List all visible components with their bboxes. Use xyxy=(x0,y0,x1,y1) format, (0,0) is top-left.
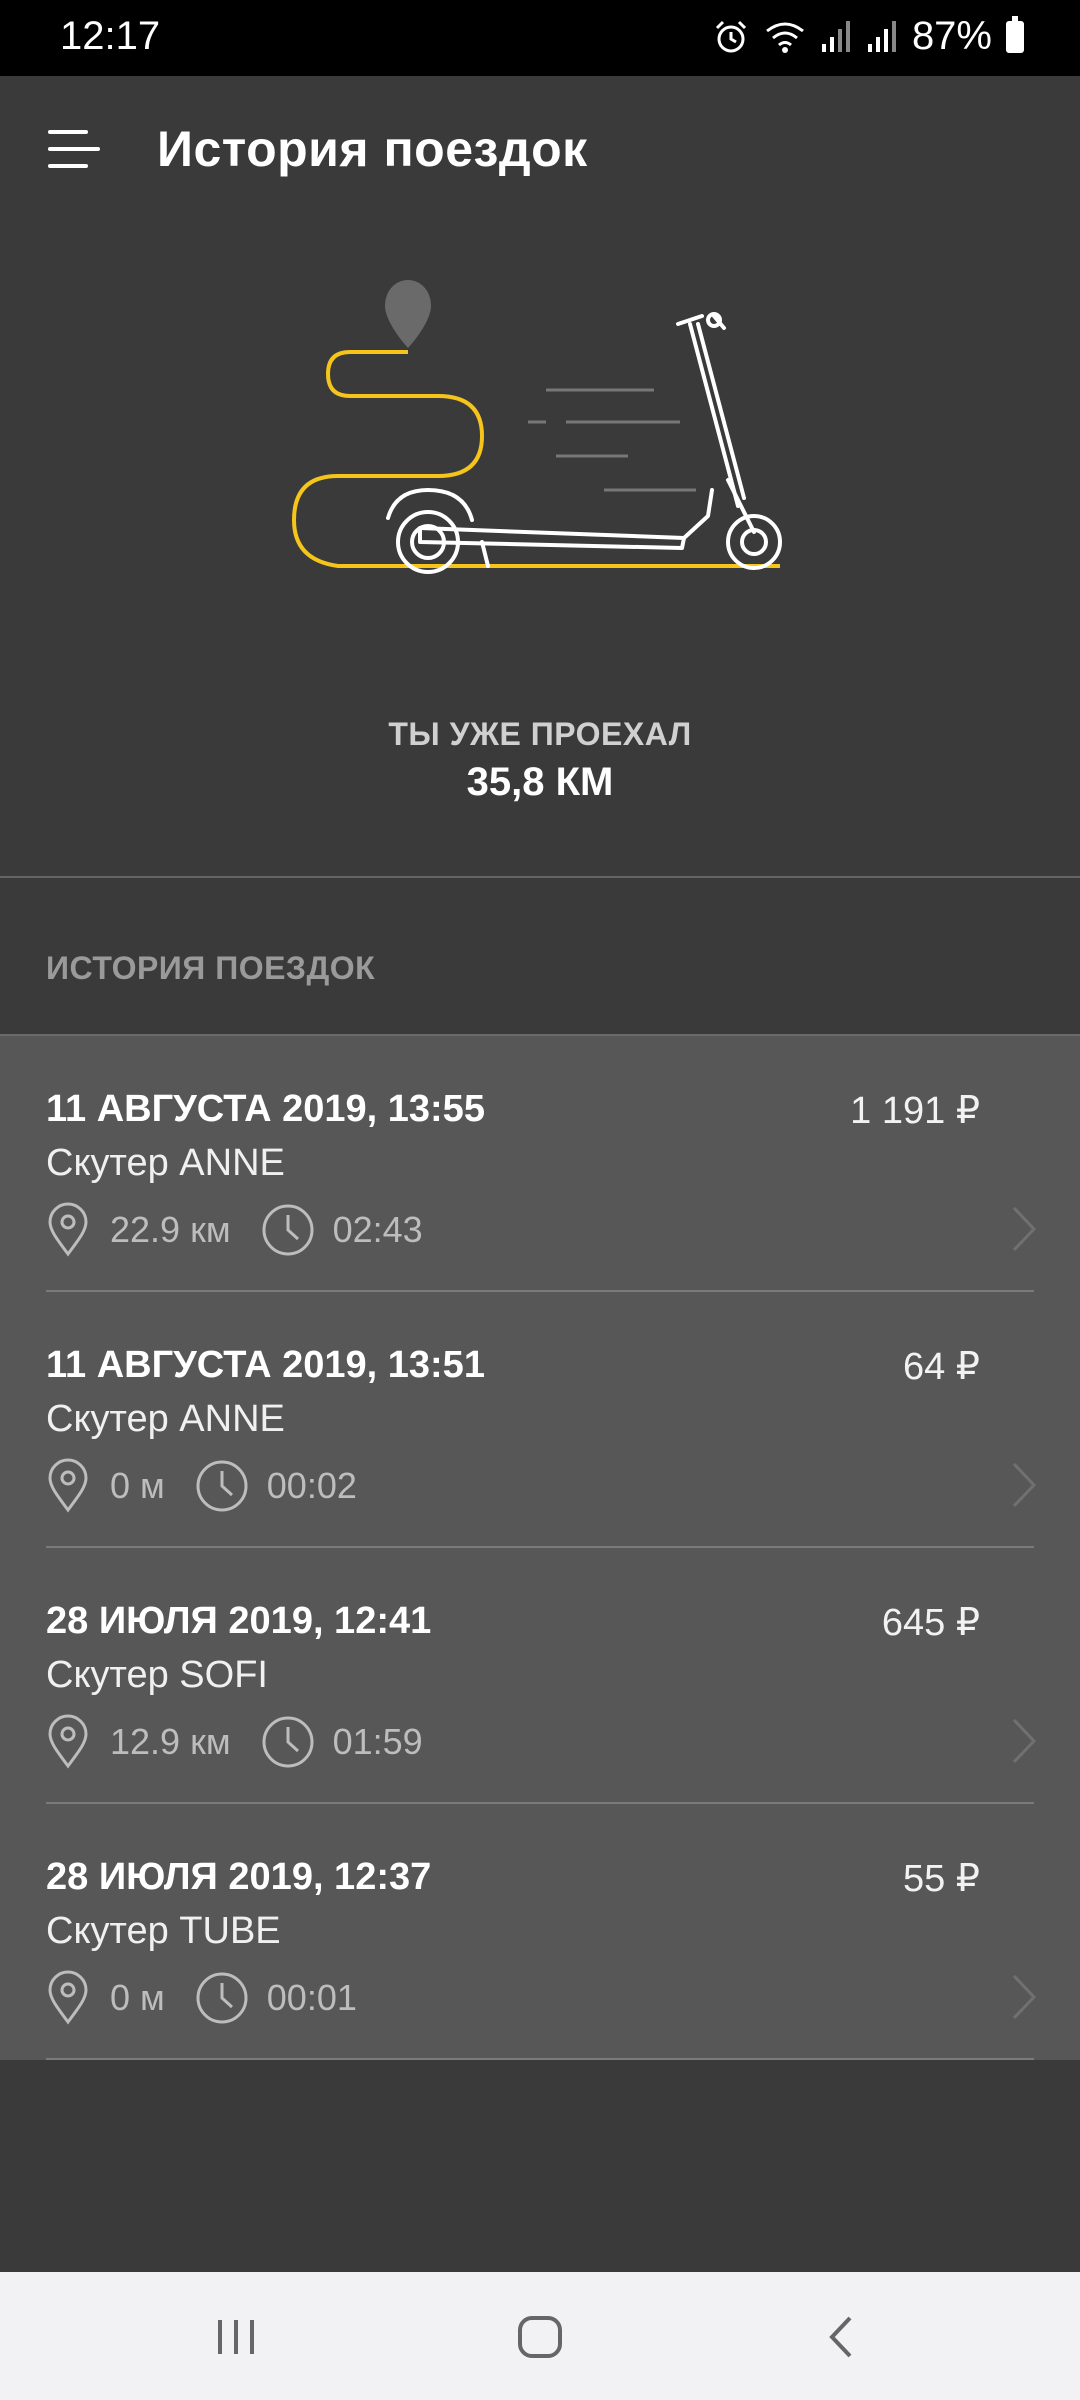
clock-icon xyxy=(196,1460,248,1512)
app-bar: История поездок xyxy=(0,76,1080,226)
menu-icon[interactable] xyxy=(48,130,100,170)
ride-price: 55 ₽ xyxy=(902,1858,980,1900)
location-pin-icon xyxy=(48,1714,88,1769)
ride-duration: 02:43 xyxy=(332,1209,423,1250)
ride-meta: 12.9 км 01:59 xyxy=(46,1712,423,1772)
ride-item[interactable]: 11 АВГУСТА 2019, 13:55 1 191 ₽ Скутер AN… xyxy=(0,1036,1080,1292)
total-distance-value: 35,8 КМ xyxy=(466,760,614,804)
ride-distance: 12.9 км xyxy=(110,1721,231,1762)
divider xyxy=(0,876,1080,878)
ride-duration: 00:02 xyxy=(266,1465,357,1506)
status-bar: 12:17 87% xyxy=(0,0,1080,76)
ride-meta: 0 м 00:02 xyxy=(46,1456,357,1516)
signal-icon xyxy=(821,20,850,52)
ride-scooter-name: Скутер TUBE xyxy=(46,1910,281,1952)
ride-date: 28 ИЮЛЯ 2019, 12:37 xyxy=(46,1856,432,1898)
clock-icon xyxy=(196,1972,248,2024)
ride-scooter-name: Скутер ANNE xyxy=(46,1398,285,1440)
location-pin-icon xyxy=(48,1202,88,1257)
ride-list: 11 АВГУСТА 2019, 13:55 1 191 ₽ Скутер AN… xyxy=(0,1034,1080,2060)
battery-percent: 87% xyxy=(911,14,992,58)
ride-distance: 0 м xyxy=(110,1465,165,1506)
ride-price: 645 ₽ xyxy=(881,1602,980,1644)
scooter-route-illustration xyxy=(291,280,782,574)
signal-icon xyxy=(867,20,896,52)
clock-icon xyxy=(262,1204,314,1256)
chevron-right-icon xyxy=(1012,1462,1037,1508)
ride-distance: 22.9 км xyxy=(110,1209,231,1250)
ride-item[interactable]: 11 АВГУСТА 2019, 13:51 64 ₽ Скутер ANNE … xyxy=(0,1292,1080,1548)
total-distance-label: ТЫ УЖЕ ПРОЕХАЛ xyxy=(388,716,692,752)
clock-icon xyxy=(262,1716,314,1768)
ride-meta: 0 м 00:01 xyxy=(46,1968,357,2028)
wifi-icon xyxy=(766,22,804,53)
alarm-icon xyxy=(715,20,746,52)
section-title: ИСТОРИЯ ПОЕЗДОК xyxy=(46,950,376,986)
ride-duration: 01:59 xyxy=(332,1721,423,1762)
ride-item[interactable]: 28 ИЮЛЯ 2019, 12:37 55 ₽ Скутер TUBE 0 м… xyxy=(0,1804,1080,2060)
battery-icon xyxy=(1006,15,1024,53)
home-icon[interactable] xyxy=(510,2312,570,2362)
location-pin-icon xyxy=(48,1458,88,1513)
ride-item[interactable]: 28 ИЮЛЯ 2019, 12:41 645 ₽ Скутер SOFI 12… xyxy=(0,1548,1080,1804)
divider xyxy=(46,2058,1034,2060)
ride-meta: 22.9 км 02:43 xyxy=(46,1200,423,1260)
chevron-right-icon xyxy=(1012,1974,1037,2020)
ride-date: 28 ИЮЛЯ 2019, 12:41 xyxy=(46,1600,432,1642)
ride-price: 1 191 ₽ xyxy=(850,1090,980,1132)
recent-apps-icon[interactable] xyxy=(206,2312,266,2362)
back-icon[interactable] xyxy=(812,2312,872,2362)
ride-duration: 00:01 xyxy=(266,1977,357,2018)
location-pin-icon xyxy=(48,1970,88,2025)
ride-scooter-name: Скутер SOFI xyxy=(46,1654,268,1696)
chevron-right-icon xyxy=(1012,1206,1037,1252)
ride-distance: 0 м xyxy=(110,1977,165,2018)
status-icons: 87% xyxy=(712,14,1024,59)
chevron-right-icon xyxy=(1012,1718,1037,1764)
ride-date: 11 АВГУСТА 2019, 13:51 xyxy=(46,1344,485,1386)
system-navigation-bar xyxy=(0,2272,1080,2400)
ride-scooter-name: Скутер ANNE xyxy=(46,1142,285,1184)
status-time: 12:17 xyxy=(60,14,161,58)
ride-price: 64 ₽ xyxy=(902,1346,980,1388)
ride-date: 11 АВГУСТА 2019, 13:55 xyxy=(46,1088,485,1130)
page-title: История поездок xyxy=(157,121,588,177)
